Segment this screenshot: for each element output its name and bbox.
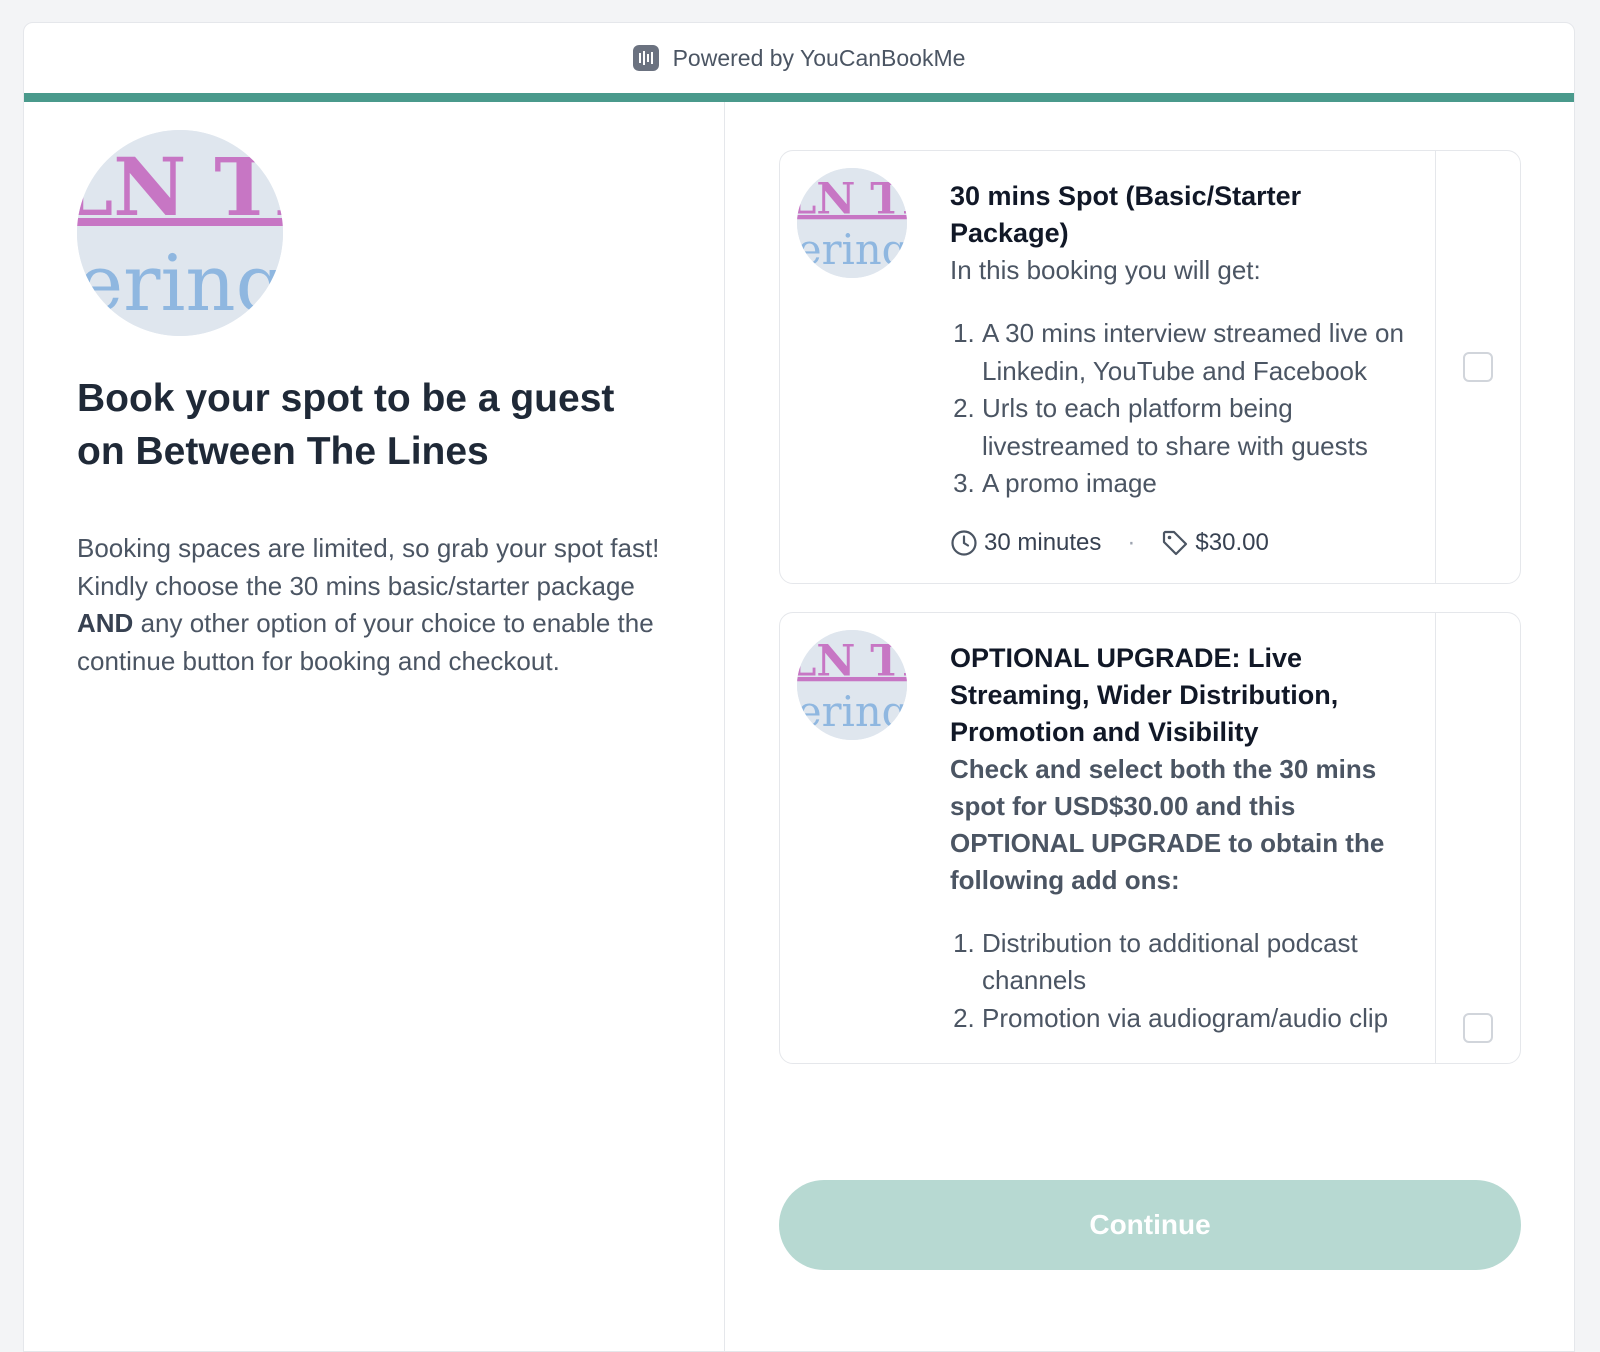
continue-button[interactable]: Continue [779, 1180, 1521, 1270]
option-logo: LN TH ering N [797, 629, 907, 740]
option-checkbox[interactable] [1463, 1012, 1493, 1043]
option-subtitle: In this booking you will get: [950, 255, 1261, 285]
list-item: Promotion via audiogram/audio clip [982, 1000, 1405, 1038]
option-title: OPTIONAL UPGRADE: Live Streaming, Wider … [950, 642, 1339, 747]
svg-text:LN TH: LN TH [797, 636, 907, 686]
svg-text:ering N: ering N [797, 225, 907, 274]
powered-by-text[interactable]: Powered by YouCanBookMe [673, 45, 966, 72]
option-title: 30 mins Spot (Basic/Starter Package) [950, 181, 1302, 248]
option-subtitle: Check and select both the 30 mins spot f… [950, 753, 1385, 895]
option-price: $30.00 [1195, 528, 1269, 556]
meta-separator: · [1127, 528, 1136, 556]
price-tag-icon [1163, 530, 1188, 555]
description-line-2: Kindly choose the 30 mins basic/starter … [77, 570, 654, 676]
list-item: Urls to each platform being livestreamed… [982, 390, 1405, 465]
powered-by-bar: Powered by YouCanBookMe [24, 23, 1574, 102]
booking-page: Powered by YouCanBookMe LN TH ering N Bo… [23, 22, 1575, 1352]
list-item: A 30 mins interview streamed live on Lin… [982, 315, 1405, 390]
profile-logo: LN TH ering N [77, 130, 283, 336]
svg-text:ering N: ering N [797, 687, 907, 736]
svg-text:ering N: ering N [77, 239, 283, 329]
booking-options-list[interactable]: LN TH ering N 30 mins Spot (Basic/Starte… [779, 150, 1521, 1202]
option-feature-list: A 30 mins interview streamed live on Lin… [950, 315, 1405, 503]
option-duration: 30 minutes [984, 528, 1102, 556]
svg-text:LN TH: LN TH [797, 174, 907, 224]
list-item: A promo image [982, 465, 1405, 503]
option-checkbox[interactable] [1463, 351, 1493, 382]
booking-option-card[interactable]: LN TH ering N OPTIONAL UPGRADE: Live Str… [779, 611, 1521, 1064]
youcanbookme-logo-icon [632, 45, 659, 71]
option-meta: 30 minutes · $30.00 [950, 529, 1405, 557]
profile-description: Booking spaces are limited, so grab your… [77, 530, 677, 680]
clock-icon [951, 529, 977, 556]
list-item: Distribution to additional podcast chann… [982, 925, 1405, 1000]
option-feature-list: Distribution to additional podcast chann… [950, 925, 1405, 1038]
booking-option-card[interactable]: LN TH ering N 30 mins Spot (Basic/Starte… [779, 150, 1521, 584]
booking-options-panel: LN TH ering N 30 mins Spot (Basic/Starte… [725, 102, 1574, 1351]
profile-panel: LN TH ering N Book your spot to be a gue… [24, 102, 725, 1351]
option-logo: LN TH ering N [797, 168, 907, 278]
description-line-1: Booking spaces are limited, so grab your… [77, 533, 660, 563]
page-title: Book your spot to be a guest on Between … [77, 377, 615, 473]
svg-text:LN TH: LN TH [77, 140, 283, 234]
